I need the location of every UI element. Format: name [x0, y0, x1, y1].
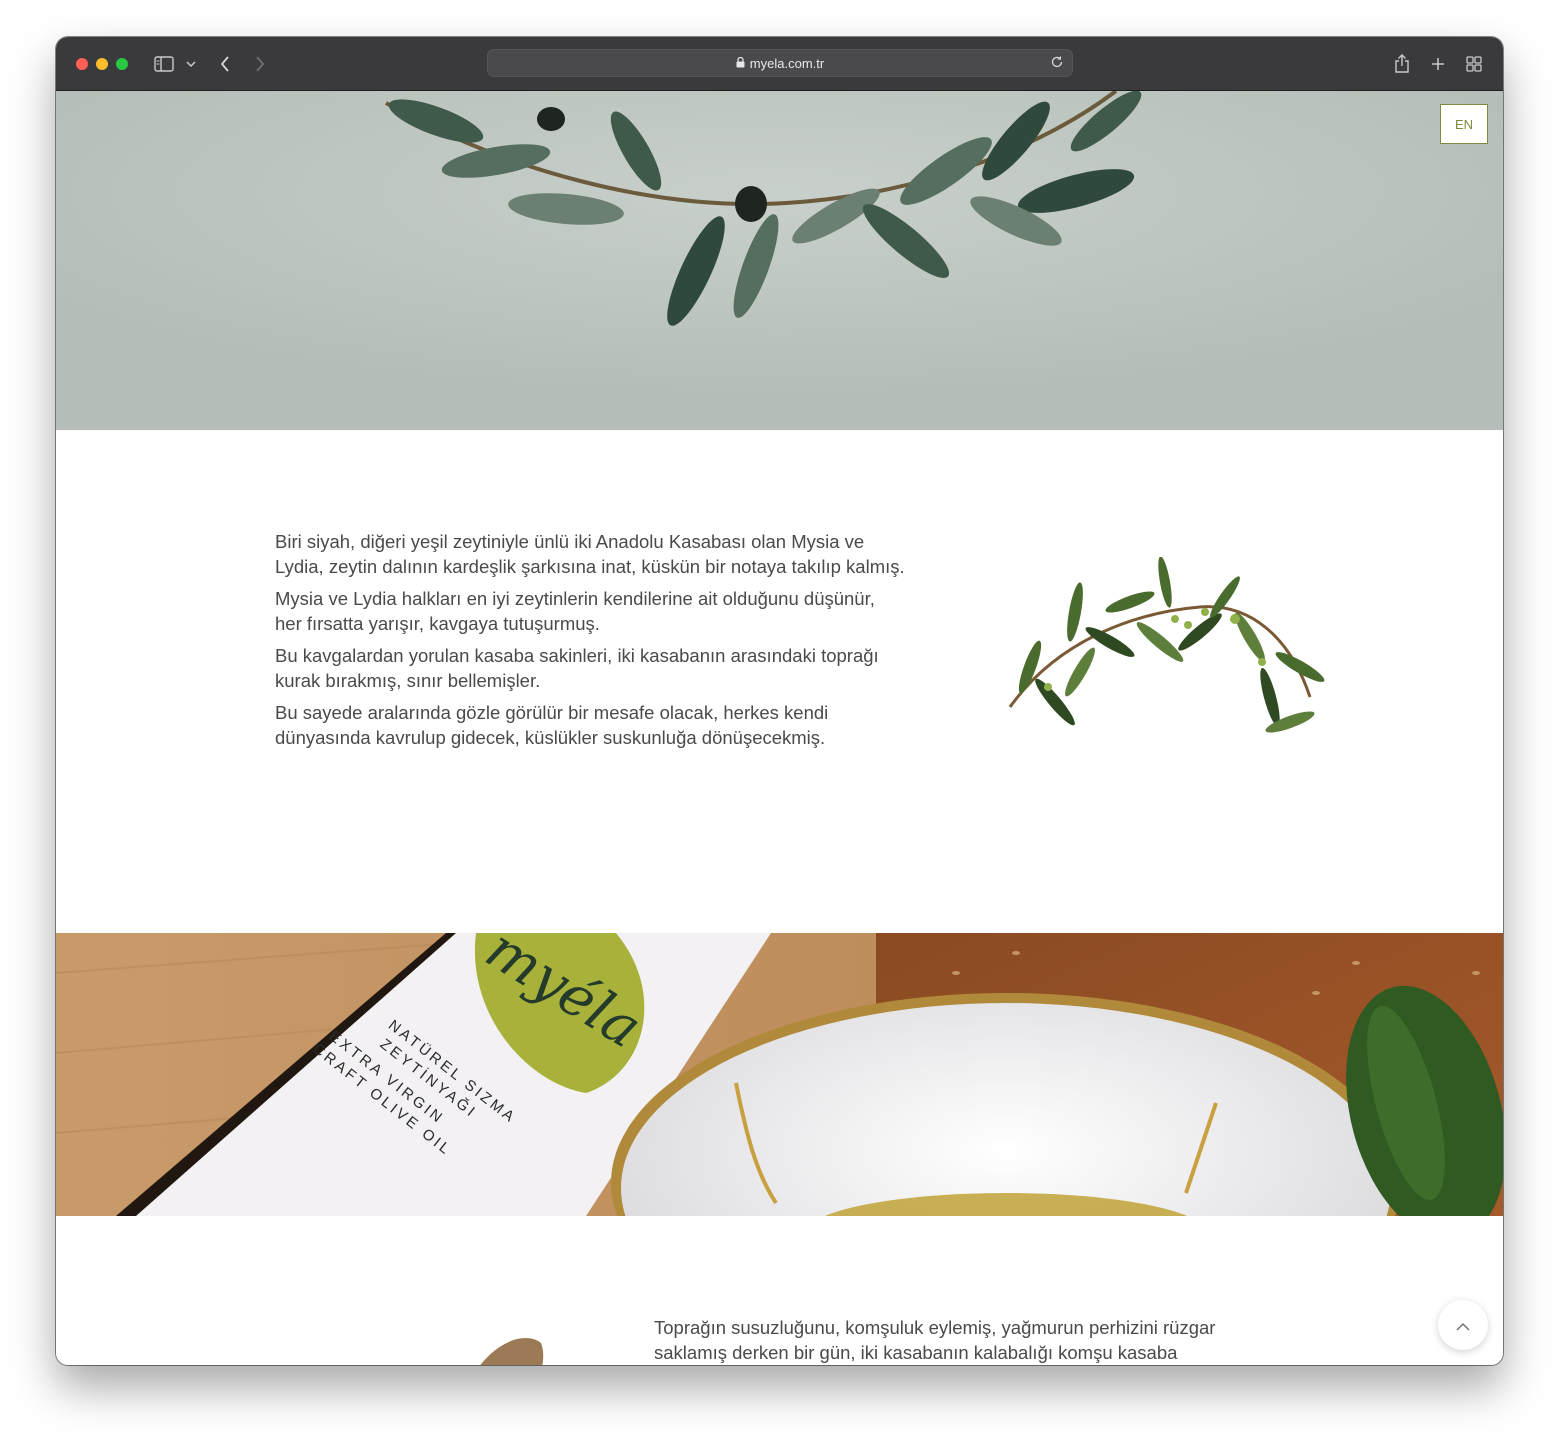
wooden-spoon-image [480, 1338, 544, 1365]
minimize-window-button[interactable] [96, 58, 108, 70]
address-bar[interactable]: myela.com.tr [487, 49, 1073, 77]
browser-toolbar: myela.com.tr [56, 37, 1503, 91]
hero-banner: EN [56, 91, 1503, 430]
story-paragraph-3: Bu kavgalardan yorulan kasaba sakinleri,… [275, 645, 879, 691]
chevron-up-icon [1456, 1316, 1470, 1335]
forward-icon[interactable] [251, 51, 269, 77]
story2-paragraph: Toprağın susuzluğunu, komşuluk eylemiş, … [654, 1317, 1216, 1363]
reload-icon[interactable] [1050, 55, 1064, 72]
page-content: EN Biri siyah, diğeri yeşil zeytiniyle ü… [56, 91, 1503, 1365]
olive-branch-image [1008, 557, 1325, 733]
close-window-button[interactable] [76, 58, 88, 70]
story-paragraph-1: Biri siyah, diğeri yeşil zeytiniyle ünlü… [275, 531, 905, 577]
share-icon[interactable] [1392, 51, 1412, 77]
browser-window: myela.com.tr EN Biri siyah, diğeri yeşil… [56, 37, 1503, 1365]
lock-icon [736, 56, 745, 71]
story-paragraph-4: Bu sayede aralarında gözle görülür bir m… [275, 702, 829, 748]
product-photo: myéla NATÜREL SIZMA ZEYTİNYAĞI EXTRA VIR… [56, 933, 1503, 1216]
story-text: Biri siyah, diğeri yeşil zeytiniyle ünlü… [275, 529, 905, 757]
story-text-2: Toprağın susuzluğunu, komşuluk eylemiş, … [654, 1315, 1274, 1365]
scroll-to-top-button[interactable] [1438, 1300, 1488, 1350]
story-paragraph-2: Mysia ve Lydia halkları en iyi zeytinler… [275, 588, 875, 634]
sidebar-toggle-icon[interactable] [152, 51, 176, 77]
zoom-window-button[interactable] [116, 58, 128, 70]
tab-overview-icon[interactable] [1464, 51, 1484, 77]
chevron-down-icon[interactable] [184, 51, 198, 77]
address-url: myela.com.tr [749, 55, 825, 71]
olive-wreath-image [56, 91, 1503, 430]
back-icon[interactable] [216, 51, 234, 77]
language-toggle-button[interactable]: EN [1440, 104, 1488, 144]
new-tab-icon[interactable] [1428, 51, 1448, 77]
